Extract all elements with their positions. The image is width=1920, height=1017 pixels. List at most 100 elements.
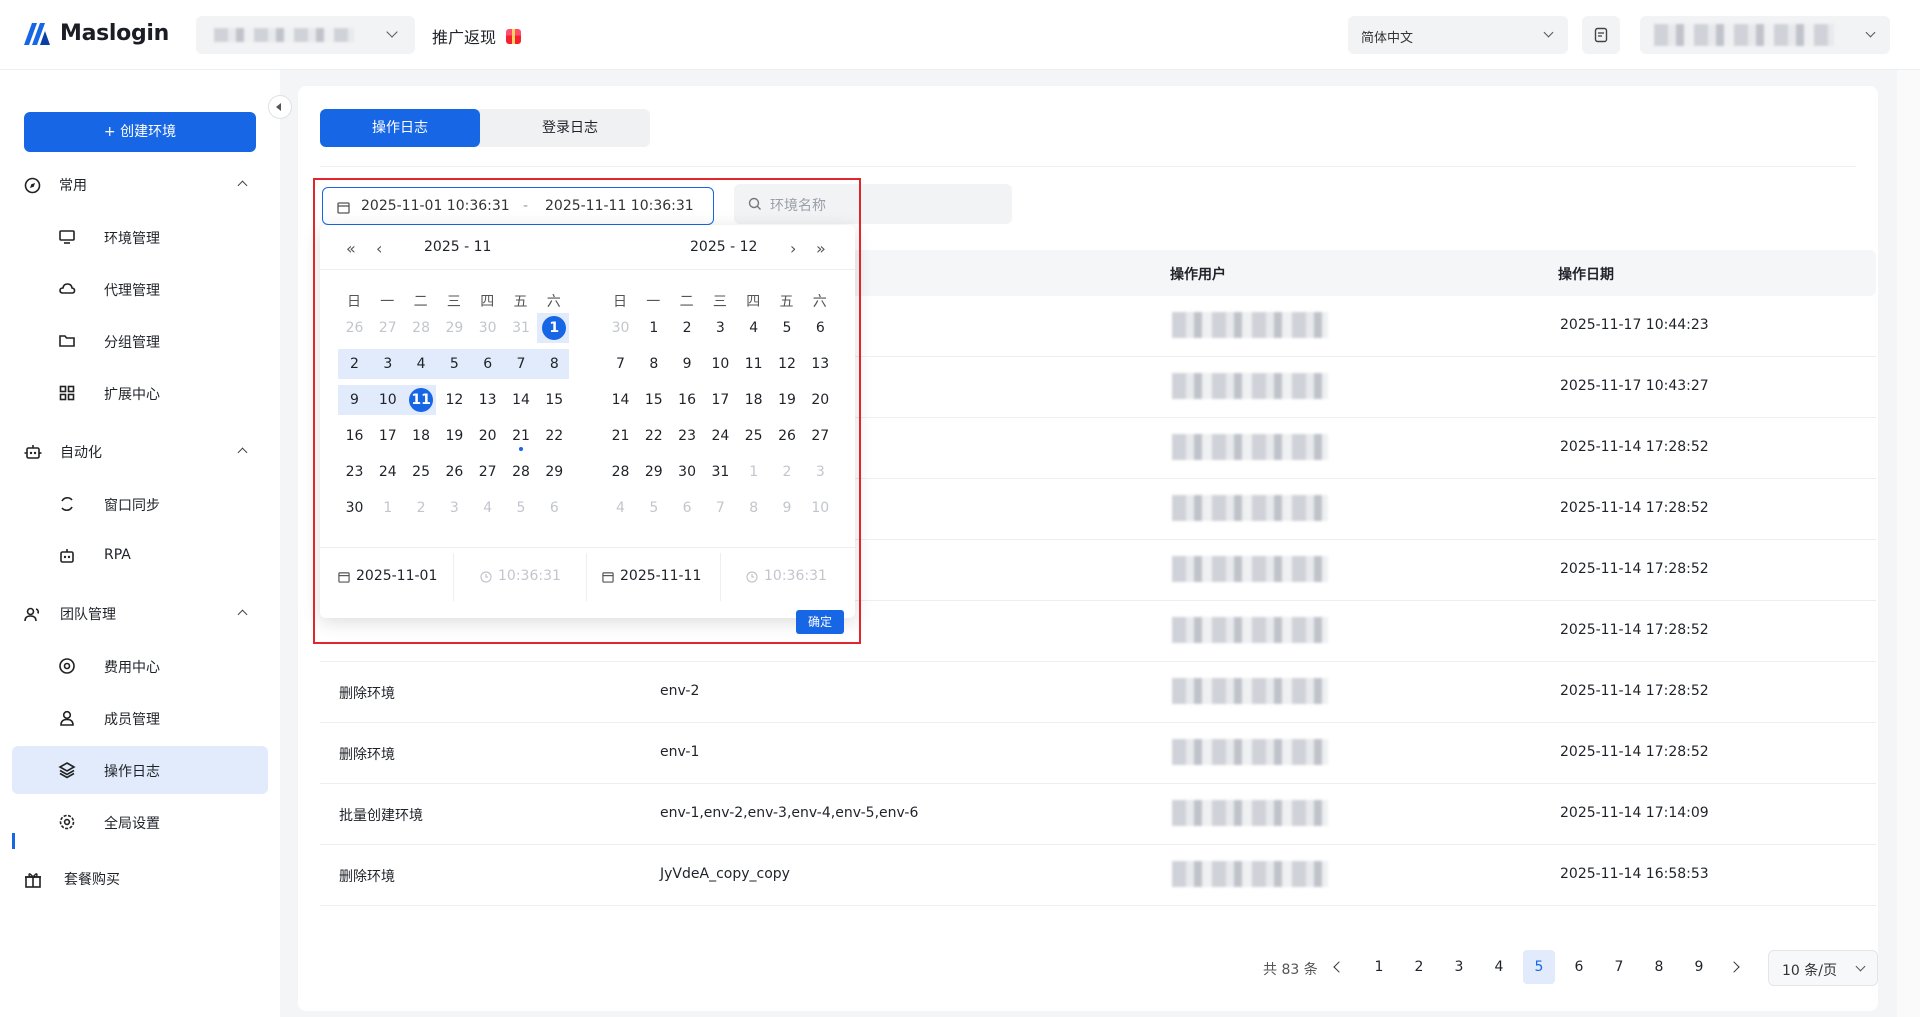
left-day-cell[interactable]: 6: [471, 349, 504, 379]
left-day-cell[interactable]: 26: [438, 457, 471, 487]
right-day-cell[interactable]: 24: [704, 421, 737, 451]
right-month-title[interactable]: 2025 - 12: [690, 239, 757, 259]
right-day-cell[interactable]: 26: [771, 421, 804, 451]
prev-month-button[interactable]: ‹: [376, 239, 382, 258]
right-day-cell[interactable]: 3: [704, 313, 737, 343]
right-day-cell[interactable]: 16: [671, 385, 704, 415]
right-day-cell[interactable]: 8: [637, 349, 670, 379]
right-day-cell[interactable]: 29: [637, 457, 670, 487]
left-day-cell[interactable]: 31: [505, 313, 538, 343]
start-date-input[interactable]: 2025-11-01: [334, 552, 448, 602]
right-day-cell[interactable]: 7: [704, 493, 737, 523]
page-6-button[interactable]: 6: [1563, 950, 1595, 984]
sidebar-collapse-button[interactable]: [268, 95, 292, 119]
right-day-cell[interactable]: 18: [737, 385, 770, 415]
sidebar-item-members[interactable]: 成员管理: [12, 694, 268, 742]
left-day-cell[interactable]: 11: [405, 385, 438, 415]
left-day-cell[interactable]: 28: [405, 313, 438, 343]
left-day-cell[interactable]: 17: [371, 421, 404, 451]
date-range-picker[interactable]: 2025-11-01 10:36:31 - 2025-11-11 10:36:3…: [322, 187, 714, 225]
left-day-cell[interactable]: 2: [405, 493, 438, 523]
left-day-cell[interactable]: 5: [505, 493, 538, 523]
right-day-cell[interactable]: 6: [671, 493, 704, 523]
left-day-cell[interactable]: 12: [438, 385, 471, 415]
right-day-cell[interactable]: 20: [804, 385, 837, 415]
left-day-cell[interactable]: 3: [438, 493, 471, 523]
section-automation[interactable]: 自动化: [24, 437, 264, 467]
right-day-cell[interactable]: 1: [637, 313, 670, 343]
left-month-title[interactable]: 2025 - 11: [424, 239, 491, 259]
right-day-cell[interactable]: 9: [671, 349, 704, 379]
left-day-cell[interactable]: 23: [338, 457, 371, 487]
sidebar-item-extensions[interactable]: 扩展中心: [12, 369, 268, 417]
right-day-cell[interactable]: 6: [804, 313, 837, 343]
page-7-button[interactable]: 7: [1603, 950, 1635, 984]
section-common[interactable]: 常用: [24, 170, 264, 200]
sidebar-item-environments[interactable]: 环境管理: [12, 213, 268, 261]
left-day-cell[interactable]: 3: [371, 349, 404, 379]
left-day-cell[interactable]: 2: [338, 349, 371, 379]
page-5-button[interactable]: 5: [1523, 950, 1555, 984]
user-account-menu[interactable]: [1640, 16, 1890, 54]
logo[interactable]: Maslogin: [24, 21, 169, 46]
sidebar-item-billing[interactable]: 费用中心: [12, 642, 268, 690]
prev-page-button[interactable]: [1323, 950, 1355, 984]
right-day-cell[interactable]: 3: [804, 457, 837, 487]
start-time-input[interactable]: 10:36:31: [462, 552, 572, 602]
left-day-cell[interactable]: 14: [505, 385, 538, 415]
sidebar-item-proxies[interactable]: 代理管理: [12, 265, 268, 313]
right-day-cell[interactable]: 31: [704, 457, 737, 487]
scrollbar[interactable]: [1897, 70, 1920, 1017]
right-day-cell[interactable]: 30: [671, 457, 704, 487]
left-day-cell[interactable]: 8: [538, 349, 571, 379]
left-day-cell[interactable]: 25: [405, 457, 438, 487]
right-day-cell[interactable]: 2: [671, 313, 704, 343]
next-page-button[interactable]: [1721, 950, 1753, 984]
sidebar-item-operation-log[interactable]: 操作日志: [12, 746, 268, 794]
right-day-cell[interactable]: 28: [604, 457, 637, 487]
left-day-cell[interactable]: 30: [471, 313, 504, 343]
right-day-cell[interactable]: 13: [804, 349, 837, 379]
right-day-cell[interactable]: 8: [737, 493, 770, 523]
left-day-cell[interactable]: 30: [338, 493, 371, 523]
page-9-button[interactable]: 9: [1683, 950, 1715, 984]
environment-search-input[interactable]: 环境名称: [734, 184, 1012, 224]
page-2-button[interactable]: 2: [1403, 950, 1435, 984]
sidebar-item-plan-purchase[interactable]: 套餐购买: [24, 864, 264, 894]
sidebar-item-rpa[interactable]: RPA: [12, 532, 268, 580]
left-day-cell[interactable]: 5: [438, 349, 471, 379]
left-day-cell[interactable]: 22: [538, 421, 571, 451]
tab-operation-log[interactable]: 操作日志: [320, 109, 480, 147]
right-day-cell[interactable]: 22: [637, 421, 670, 451]
right-day-cell[interactable]: 7: [604, 349, 637, 379]
section-team[interactable]: 团队管理: [24, 599, 264, 629]
next-year-button[interactable]: »: [816, 239, 826, 258]
sidebar-item-groups[interactable]: 分组管理: [12, 317, 268, 365]
right-day-cell[interactable]: 5: [637, 493, 670, 523]
right-day-cell[interactable]: 1: [737, 457, 770, 487]
right-day-cell[interactable]: 4: [737, 313, 770, 343]
language-select[interactable]: 简体中文: [1348, 16, 1568, 54]
next-month-button[interactable]: ›: [790, 239, 796, 258]
left-day-cell[interactable]: 28: [505, 457, 538, 487]
create-environment-button[interactable]: + 创建环境: [24, 112, 256, 152]
sidebar-item-window-sync[interactable]: 窗口同步: [12, 480, 268, 528]
confirm-button[interactable]: 确定: [796, 610, 844, 634]
left-day-cell[interactable]: 20: [471, 421, 504, 451]
right-day-cell[interactable]: 5: [771, 313, 804, 343]
right-day-cell[interactable]: 30: [604, 313, 637, 343]
page-4-button[interactable]: 4: [1483, 950, 1515, 984]
left-day-cell[interactable]: 27: [371, 313, 404, 343]
left-day-cell[interactable]: 18: [405, 421, 438, 451]
left-day-cell[interactable]: 1: [538, 313, 571, 343]
left-day-cell[interactable]: 27: [471, 457, 504, 487]
right-day-cell[interactable]: 23: [671, 421, 704, 451]
page-1-button[interactable]: 1: [1363, 950, 1395, 984]
left-day-cell[interactable]: 16: [338, 421, 371, 451]
page-8-button[interactable]: 8: [1643, 950, 1675, 984]
left-day-cell[interactable]: 9: [338, 385, 371, 415]
right-day-cell[interactable]: 4: [604, 493, 637, 523]
left-day-cell[interactable]: 4: [405, 349, 438, 379]
left-day-cell[interactable]: 1: [371, 493, 404, 523]
document-button[interactable]: [1582, 16, 1620, 54]
